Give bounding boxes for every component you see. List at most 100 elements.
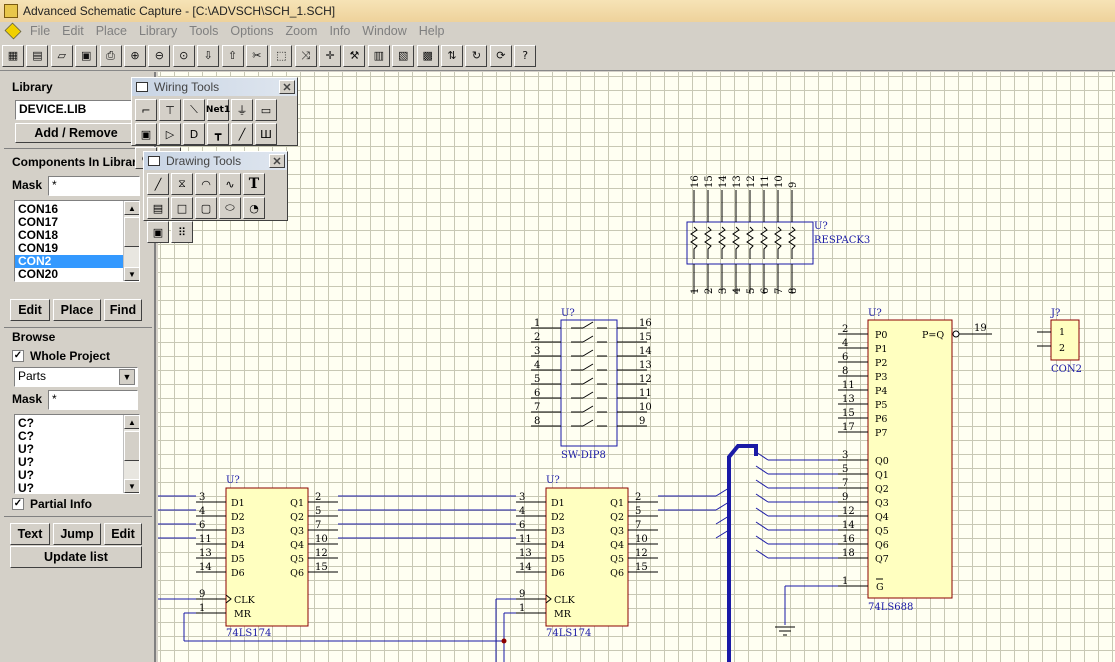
browse-list[interactable]: C? C? U? U? U? U? ▲ ▼ [14,414,140,494]
scroll-down-icon[interactable]: ▼ [124,267,139,281]
u2-clk-label: CLK [554,595,576,606]
net-label-icon[interactable]: Net1 [206,99,230,121]
drawing-tools-palette[interactable]: Drawing Tools ✕ ╱ ⧖ ◠ ∿ T ▤ □ ▢ ⬭ ◔ ▣ ⠿ [143,151,288,243]
refresh-icon[interactable]: ⟳ [489,44,512,67]
close-icon[interactable]: ✕ [279,80,295,94]
menu-place[interactable]: Place [96,24,127,38]
wire-icon[interactable]: ⌐ [135,99,157,121]
arrow-down-icon[interactable]: ⇩ [197,44,220,67]
help-button[interactable]: ? [514,44,537,67]
scroll-up-icon[interactable]: ▲ [124,415,139,429]
pie-icon[interactable]: ◔ [243,197,265,219]
document-icon[interactable] [4,22,22,40]
library-select[interactable]: DEVICE.LIB [15,100,137,120]
line-icon[interactable]: ╱ [147,173,169,195]
zoom-in-icon[interactable]: ⊕ [123,44,146,67]
scroll-up-icon[interactable]: ▲ [124,201,139,215]
sheet-entry-icon[interactable]: ▷ [159,123,181,145]
browse-mask-input[interactable]: * [48,390,138,410]
menu-info[interactable]: Info [329,24,350,38]
move-selection-icon[interactable]: ⤨ [294,44,317,67]
ellipse-icon[interactable]: ⬭ [219,197,241,219]
pencil-icon[interactable]: ╱ [231,123,253,145]
pin-array-icon[interactable]: ▩ [416,44,439,67]
browse-edit-button[interactable]: Edit [104,523,142,545]
comparator-p-label: P6 [875,414,887,425]
polygon-icon[interactable]: ⧖ [171,173,193,195]
array-icon[interactable]: ⠿ [171,221,193,243]
part-icon[interactable]: D [183,123,205,145]
scroll-thumb[interactable] [124,217,139,247]
close-icon[interactable]: ✕ [269,154,285,168]
open-folder-icon[interactable]: ▱ [50,44,73,67]
directive-icon[interactable]: Ш [255,123,277,145]
arc-icon[interactable]: ◠ [195,173,217,195]
arrow-up-icon[interactable]: ⇧ [221,44,244,67]
pin-swap-icon[interactable]: ⇅ [441,44,464,67]
power-port-icon[interactable]: ⏚ [231,99,253,121]
comparator-p-label: P1 [875,344,887,355]
ic-book-2-icon[interactable]: ▧ [392,44,415,67]
port-icon[interactable]: ▭ [255,99,277,121]
menu-tools[interactable]: Tools [189,24,218,38]
sheet-icon[interactable]: ▣ [135,123,157,145]
hammer-icon[interactable]: ⚒ [343,44,366,67]
rotate-icon[interactable]: ↻ [465,44,488,67]
partial-info-checkbox[interactable]: ✓ Partial Info [12,497,92,511]
dropdown-arrow-icon[interactable]: ▼ [119,369,135,385]
menu-library[interactable]: Library [139,24,177,38]
text-icon[interactable]: T [243,173,265,195]
component-place-button[interactable]: Place [53,299,101,321]
browse-type-select[interactable]: Parts ▼ [14,367,138,387]
component-edit-button[interactable]: Edit [10,299,50,321]
image-icon[interactable]: ▣ [147,221,169,243]
list-item[interactable]: U? [15,482,139,494]
menu-file[interactable]: File [30,24,50,38]
cross-icon[interactable]: ✛ [319,44,342,67]
u1-in-pin-number: 3 [199,492,205,503]
select-box-icon[interactable]: ⬚ [270,44,293,67]
zoom-out-icon[interactable]: ⊖ [148,44,171,67]
schematic-drawing[interactable]: U?74LS1743D12Q14D25Q26D37Q311D410Q413D51… [158,72,1115,662]
menu-options[interactable]: Options [230,24,273,38]
junction-icon[interactable]: ┳ [207,123,229,145]
menu-zoom[interactable]: Zoom [285,24,317,38]
bezier-icon[interactable]: ∿ [219,173,241,195]
component-mask-input[interactable]: * [48,176,140,196]
menu-window[interactable]: Window [362,24,406,38]
open-project-icon[interactable]: ▦ [2,44,24,67]
whole-project-checkbox[interactable]: ✓ Whole Project [12,349,110,363]
browse-jump-button[interactable]: Jump [53,523,101,545]
rounded-rect-icon[interactable]: ▢ [195,197,217,219]
bus-icon[interactable]: ⊤ [159,99,181,121]
resistor-zigzag [774,226,782,259]
drawing-tools-titlebar[interactable]: Drawing Tools ✕ [144,152,287,170]
bus-entry-icon[interactable]: ⟍ [183,99,205,121]
dip-name: SW-DIP8 [561,450,606,461]
zoom-area-icon[interactable]: ⊙ [172,44,195,67]
menu-edit[interactable]: Edit [62,24,84,38]
resistor-zigzag [760,226,768,259]
text-frame-icon[interactable]: ▤ [147,197,169,219]
schematic-canvas[interactable]: U? 74LS174 3 D1 2 Q1 4 D2 5 Q2 6 D3 7 Q3 11 D4 10 Q4 13 D5 1… [158,72,1115,662]
browse-scrollbar[interactable]: ▲ ▼ [123,415,139,493]
ic-book-icon[interactable]: ▥ [367,44,390,67]
cut-wire-icon[interactable]: ✂ [245,44,268,67]
wiring-tools-palette[interactable]: Wiring Tools ✕ ⌐ ⊤ ⟍ Net1 ⏚ ▭ ▣ ▷ D ┳ ╱ Ш… [131,77,298,169]
components-list[interactable]: CON16 CON17 CON18 CON19 CON2 CON20 ▲ ▼ [14,200,140,282]
rectangle-icon[interactable]: □ [171,197,193,219]
wiring-tools-titlebar[interactable]: Wiring Tools ✕ [132,78,297,96]
browse-text-button[interactable]: Text [10,523,50,545]
save-icon[interactable]: ▣ [75,44,98,67]
library-icon[interactable]: ▤ [26,44,49,67]
update-list-button[interactable]: Update list [10,546,142,568]
scroll-thumb[interactable] [124,431,139,461]
menu-help[interactable]: Help [419,24,445,38]
component-find-button[interactable]: Find [104,299,142,321]
add-remove-button[interactable]: Add / Remove [15,123,137,143]
scroll-down-icon[interactable]: ▼ [124,479,139,493]
list-item[interactable]: CON20 [15,268,139,281]
components-scrollbar[interactable]: ▲ ▼ [123,201,139,281]
print-icon[interactable]: ⎙ [99,44,122,67]
u1-out-label: Q4 [290,540,304,551]
